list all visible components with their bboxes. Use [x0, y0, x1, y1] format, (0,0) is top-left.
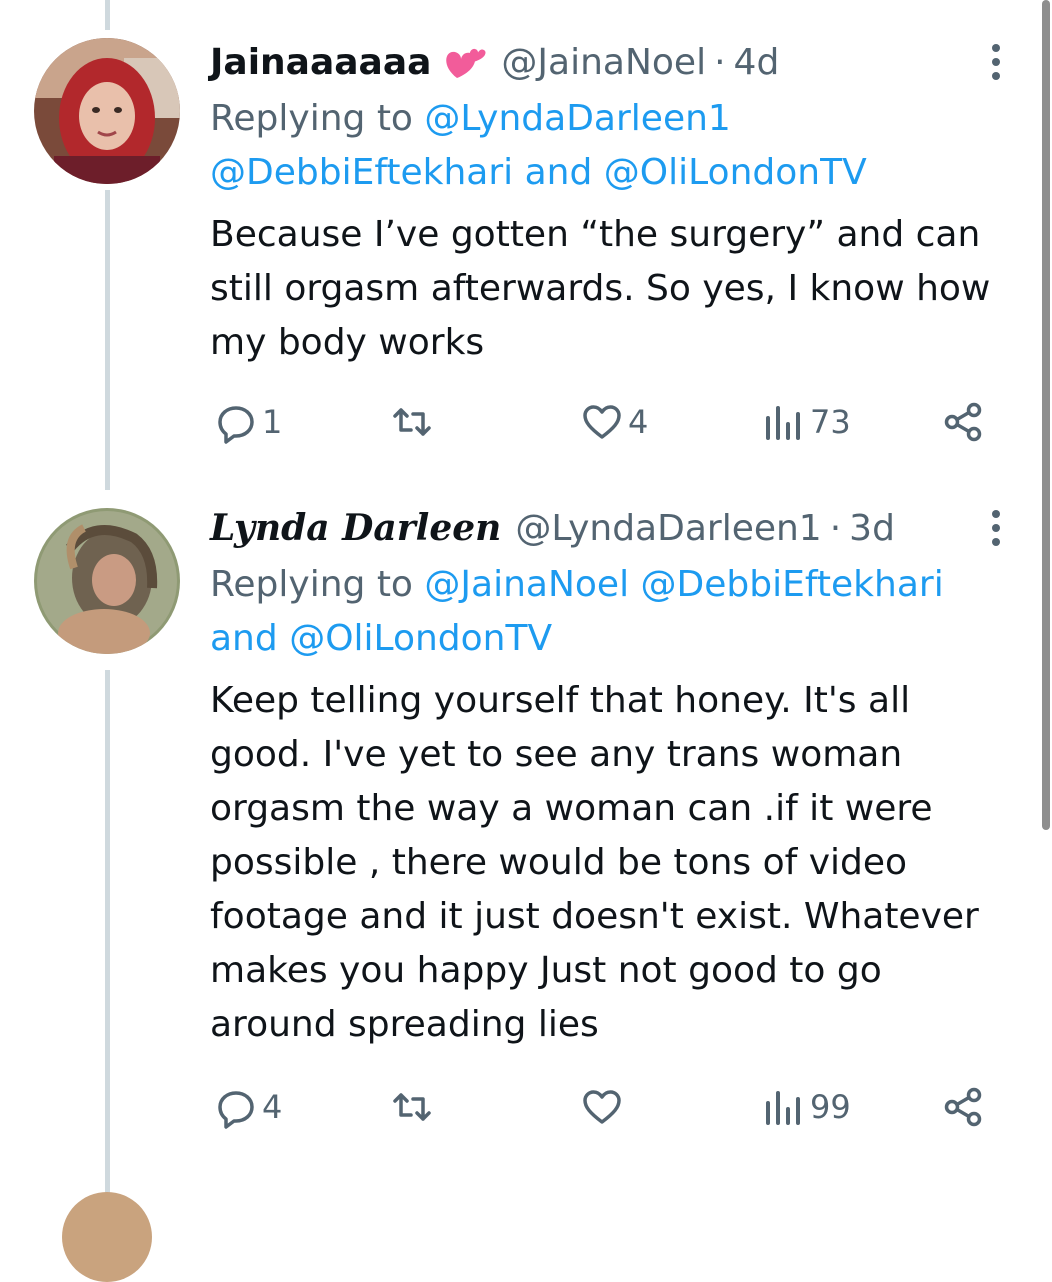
tweet-text-line: orgasm the way a woman can .if it were [210, 788, 933, 829]
replying-to-label: Replying to [210, 98, 413, 139]
mention-and[interactable]: and [525, 152, 593, 193]
tweet-text-line: footage and it just doesn't exist. Whate… [210, 896, 979, 937]
retweet-button[interactable] [390, 1085, 438, 1129]
mention-link[interactable]: @OliLondonTV [289, 618, 552, 659]
reply-button[interactable]: 1 [214, 400, 282, 444]
avatar[interactable] [34, 38, 180, 184]
action-bar: 1 4 73 [0, 400, 1052, 450]
separator: · [714, 41, 726, 83]
tweet-text-line: Keep telling yourself that honey. It's a… [210, 680, 911, 721]
views-icon [766, 406, 800, 440]
tweet-text-line: Because I’ve gotten “the surgery” and ca… [210, 214, 981, 255]
tweet-text-line: still orgasm afterwards. So yes, I know … [210, 268, 991, 309]
mention-link[interactable]: @DebbiEftekhari [641, 564, 944, 605]
reply-button[interactable]: 4 [214, 1085, 282, 1129]
action-bar: 4 99 [0, 1085, 1052, 1135]
replying-to: Replying to @JainaNoel @DebbiEftekhari a… [210, 558, 1030, 666]
avatar[interactable] [34, 508, 180, 654]
scrollbar[interactable] [1042, 0, 1050, 830]
views-button[interactable]: 73 [762, 400, 851, 444]
heart-icon [583, 1090, 621, 1124]
share-icon [944, 402, 982, 442]
tweet-text-line: my body works [210, 322, 485, 363]
mention-link[interactable]: @JainaNoel [424, 564, 629, 605]
reply-icon [218, 1091, 254, 1129]
avatar-image [34, 38, 180, 184]
thread-line-top [105, 0, 110, 30]
retweet-icon [393, 408, 431, 436]
retweet-button[interactable] [390, 400, 438, 444]
tweet-text: Because I’ve gotten “the surgery” and ca… [210, 208, 1030, 370]
two-hearts-icon [443, 42, 487, 82]
reply-count: 4 [262, 1088, 283, 1126]
replying-to: Replying to @LyndaDarleen1 @DebbiEftekha… [210, 92, 1030, 200]
retweet-icon [393, 1093, 431, 1121]
display-name[interactable]: Jainaaaaaa [210, 42, 431, 83]
mention-link[interactable]: @DebbiEftekhari [210, 152, 513, 193]
tweet-text-line: possible , there would be tons of video [210, 842, 908, 883]
more-icon[interactable] [985, 510, 1007, 546]
avatar-image [34, 508, 180, 654]
tweet-text: Keep telling yourself that honey. It's a… [210, 674, 1030, 1052]
tweet-text-line: good. I've yet to see any trans woman [210, 734, 903, 775]
reply-icon [218, 406, 254, 444]
next-tweet-avatar[interactable] [62, 1192, 152, 1282]
view-count: 99 [810, 1088, 851, 1126]
share-button[interactable] [942, 400, 986, 444]
handle[interactable]: @JainaNoel [501, 42, 706, 83]
mention-and[interactable]: and [210, 618, 278, 659]
timestamp[interactable]: 4d [734, 42, 780, 83]
views-icon [766, 1091, 800, 1125]
separator: · [829, 507, 842, 549]
like-button[interactable]: 4 [580, 400, 648, 444]
share-icon [944, 1087, 982, 1127]
replying-to-label: Replying to [210, 564, 413, 605]
mention-link[interactable]: @LyndaDarleen1 [424, 98, 730, 139]
mention-link[interactable]: @OliLondonTV [604, 152, 867, 193]
tweet-header: Jainaaaaaa @JainaNoel · 4d [210, 37, 779, 87]
tweet-text-line: around spreading lies [210, 1004, 599, 1045]
views-button[interactable]: 99 [762, 1085, 851, 1129]
like-button[interactable] [580, 1085, 628, 1129]
reply-count: 1 [262, 403, 283, 441]
handle[interactable]: @LyndaDarleen1 [515, 508, 821, 549]
view-count: 73 [810, 403, 851, 441]
share-button[interactable] [942, 1085, 986, 1129]
more-icon[interactable] [985, 44, 1007, 80]
heart-icon [583, 405, 621, 439]
tweet-text-line: makes you happy Just not good to go [210, 950, 882, 991]
tweet-header: Lynda Darleen @LyndaDarleen1 · 3d [210, 503, 895, 553]
timestamp[interactable]: 3d [849, 508, 895, 549]
display-name[interactable]: Lynda Darleen [210, 507, 501, 549]
like-count: 4 [628, 403, 649, 441]
